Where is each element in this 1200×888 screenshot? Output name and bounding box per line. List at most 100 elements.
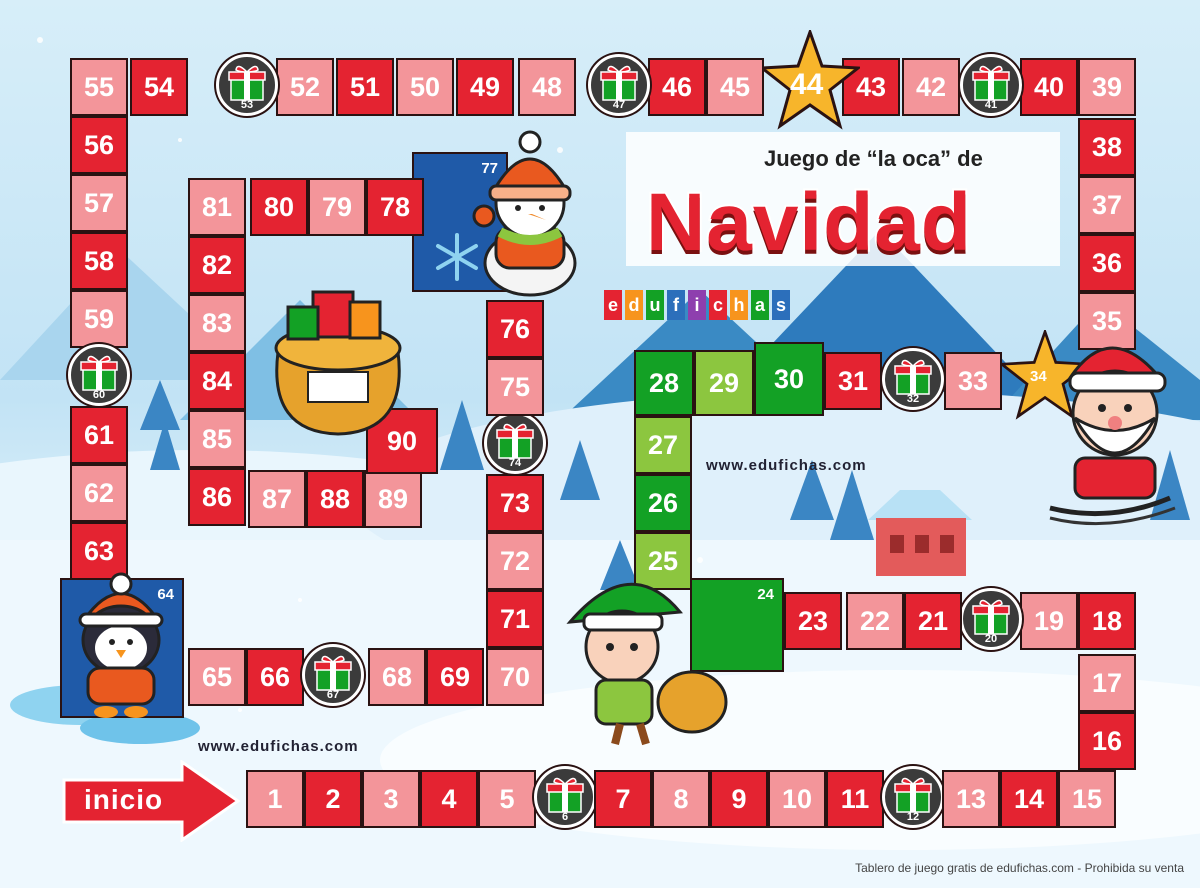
square-number: 39 [1091, 71, 1123, 102]
square-76[interactable]: 76 [486, 300, 544, 358]
square-47-gift[interactable]: 47 [588, 54, 650, 116]
square-81[interactable]: 81 [188, 178, 246, 236]
square-48[interactable]: 48 [518, 58, 576, 116]
square-number: 75 [499, 371, 531, 402]
square-37[interactable]: 37 [1078, 176, 1136, 234]
square-number: 24 [757, 586, 774, 603]
square-67-gift[interactable]: 67 [302, 644, 364, 706]
square-82[interactable]: 82 [188, 236, 246, 294]
square-38[interactable]: 38 [1078, 118, 1136, 176]
square-71[interactable]: 71 [486, 590, 544, 648]
square-40[interactable]: 40 [1020, 58, 1078, 116]
game-title: Navidad [644, 175, 973, 270]
square-55[interactable]: 55 [70, 58, 128, 116]
square-58[interactable]: 58 [70, 232, 128, 290]
square-31[interactable]: 31 [824, 352, 882, 410]
square-59[interactable]: 59 [70, 290, 128, 348]
square-2[interactable]: 2 [304, 770, 362, 828]
square-33[interactable]: 33 [944, 352, 1002, 410]
square-19[interactable]: 19 [1020, 592, 1078, 650]
square-29[interactable]: 29 [694, 350, 754, 416]
square-88[interactable]: 88 [306, 470, 364, 528]
square-number: 58 [83, 245, 115, 276]
square-87[interactable]: 87 [248, 470, 306, 528]
square-66[interactable]: 66 [246, 648, 304, 706]
square-20-gift[interactable]: 20 [960, 588, 1022, 650]
santa-sled-illustration [1049, 346, 1176, 526]
square-15[interactable]: 15 [1058, 770, 1116, 828]
square-89[interactable]: 89 [364, 470, 422, 528]
brand-logo: edufichas [604, 290, 793, 320]
square-84[interactable]: 84 [188, 352, 246, 410]
square-75[interactable]: 75 [486, 358, 544, 416]
square-27[interactable]: 27 [634, 416, 692, 474]
square-78[interactable]: 78 [366, 178, 424, 236]
square-number: 80 [263, 191, 295, 222]
square-12-gift[interactable]: 12 [882, 766, 944, 828]
brand-letter: u [646, 290, 664, 320]
square-30[interactable]: 30 [754, 342, 824, 416]
square-3[interactable]: 3 [362, 770, 420, 828]
square-44-star[interactable]: 44 [757, 27, 863, 130]
square-22[interactable]: 22 [846, 592, 904, 650]
square-36[interactable]: 36 [1078, 234, 1136, 292]
square-4[interactable]: 4 [420, 770, 478, 828]
square-number: 12 [906, 811, 920, 823]
square-32-gift[interactable]: 32 [882, 348, 944, 410]
square-number: 30 [773, 363, 805, 394]
square-number: 6 [561, 811, 569, 823]
square-28[interactable]: 28 [634, 350, 694, 416]
square-72[interactable]: 72 [486, 532, 544, 590]
square-11[interactable]: 11 [826, 770, 884, 828]
square-70[interactable]: 70 [486, 648, 544, 706]
square-42[interactable]: 42 [902, 58, 960, 116]
square-23[interactable]: 23 [784, 592, 842, 650]
square-number: 9 [731, 783, 747, 814]
square-85[interactable]: 85 [188, 410, 246, 468]
square-9[interactable]: 9 [710, 770, 768, 828]
square-79[interactable]: 79 [308, 178, 366, 236]
square-80[interactable]: 80 [250, 178, 308, 236]
square-54[interactable]: 54 [130, 58, 188, 116]
square-73[interactable]: 73 [486, 474, 544, 532]
square-26[interactable]: 26 [634, 474, 692, 532]
square-49[interactable]: 49 [456, 58, 514, 116]
square-61[interactable]: 61 [70, 406, 128, 464]
square-7[interactable]: 7 [594, 770, 652, 828]
square-74-gift[interactable]: 74 [484, 412, 546, 474]
start-label: inicio [84, 784, 164, 815]
square-56[interactable]: 56 [70, 116, 128, 174]
square-68[interactable]: 68 [368, 648, 426, 706]
square-60-gift[interactable]: 60 [68, 344, 130, 406]
square-14[interactable]: 14 [1000, 770, 1058, 828]
square-69[interactable]: 69 [426, 648, 484, 706]
square-6-gift[interactable]: 6 [534, 766, 596, 828]
square-39[interactable]: 39 [1078, 58, 1136, 116]
square-46[interactable]: 46 [648, 58, 706, 116]
square-10[interactable]: 10 [768, 770, 826, 828]
square-18[interactable]: 18 [1078, 592, 1136, 650]
square-83[interactable]: 83 [188, 294, 246, 352]
square-51[interactable]: 51 [336, 58, 394, 116]
square-52[interactable]: 52 [276, 58, 334, 116]
square-number: 13 [955, 783, 987, 814]
square-50[interactable]: 50 [396, 58, 454, 116]
square-45[interactable]: 45 [706, 58, 764, 116]
square-number: 15 [1071, 783, 1103, 814]
square-8[interactable]: 8 [652, 770, 710, 828]
square-17[interactable]: 17 [1078, 654, 1136, 712]
square-65[interactable]: 65 [188, 648, 246, 706]
square-1[interactable]: 1 [246, 770, 304, 828]
square-86[interactable]: 86 [188, 468, 246, 526]
square-21[interactable]: 21 [904, 592, 962, 650]
square-number: 89 [377, 483, 409, 514]
square-57[interactable]: 57 [70, 174, 128, 232]
square-62[interactable]: 62 [70, 464, 128, 522]
square-53-gift[interactable]: 53 [216, 54, 278, 116]
square-number: 27 [647, 429, 679, 460]
square-5[interactable]: 5 [478, 770, 536, 828]
square-41-gift[interactable]: 41 [960, 54, 1022, 116]
square-16[interactable]: 16 [1078, 712, 1136, 770]
square-13[interactable]: 13 [942, 770, 1000, 828]
square-number: 28 [648, 367, 680, 398]
